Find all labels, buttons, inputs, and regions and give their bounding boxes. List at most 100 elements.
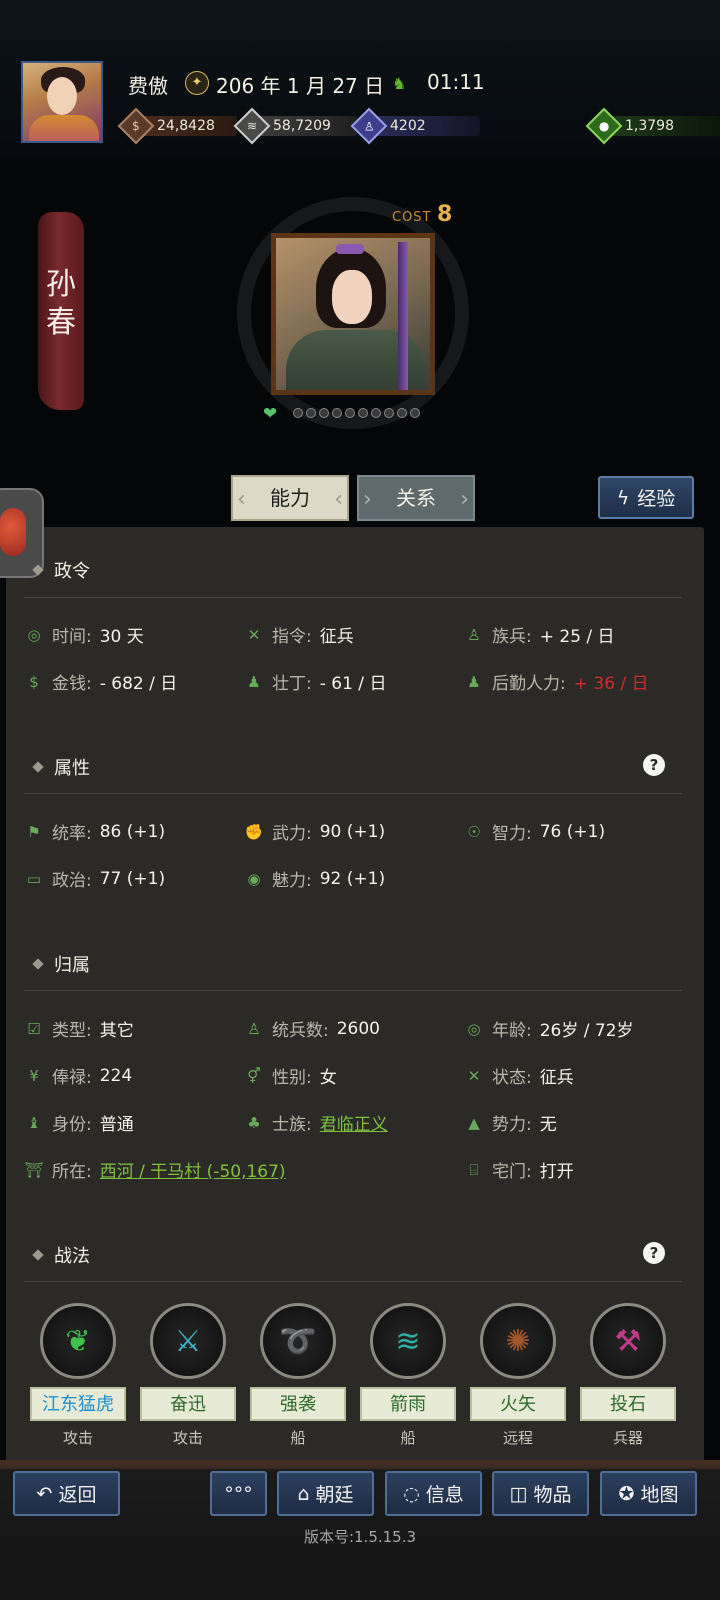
map-button[interactable]: ✪ 地图 [600,1471,697,1516]
chat-bubble-icon: ◌ [403,1482,420,1505]
fire-arrow-icon[interactable]: ✺ [480,1303,556,1379]
items-button[interactable]: ◫ 物品 [492,1471,589,1516]
player-avatar[interactable] [21,61,103,143]
experience-button[interactable]: ϟ 经验 [598,476,694,519]
attr-charisma: ◉ 魅力: 92 (+1) [244,866,385,892]
grain-resource[interactable]: ≋ 58,7209 [233,107,357,145]
catapult-icon[interactable]: ⚒ [590,1303,666,1379]
tactics-help-icon[interactable]: ? [643,1242,665,1264]
gentry-link[interactable]: 君临正义 [320,1110,388,1135]
brain-icon: ☉ [467,822,481,841]
aff-troops: ♙ 统兵数: 2600 [244,1016,380,1042]
chevron-right-icon: › [363,487,372,512]
section-orders-title: 政令 [32,557,90,583]
strongman-icon: ♟ [467,672,481,691]
loyalty-dot [332,408,342,418]
gate-icon: ⌸ [469,1160,479,1179]
tactic-skill[interactable]: ➰ 强袭船 [250,1303,346,1448]
attr-intelligence: ☉ 智力: 76 (+1) [464,819,605,845]
game-date: 206 年 1 月 27 日 [216,74,385,98]
tactic-name[interactable]: 强袭 [250,1387,346,1421]
compass-icon: ✪ [618,1482,635,1505]
section-tactics-title: 战法 [32,1242,90,1268]
aff-gender: ⚥ 性别: 女 [244,1063,337,1089]
raid-icon[interactable]: ➰ [260,1303,336,1379]
loyalty-dot [306,408,316,418]
loyalty-dots [293,408,423,418]
divider [24,597,682,598]
tactic-skill[interactable]: ⚔ 奋迅攻击 [140,1303,236,1448]
gender-icon: ⚥ [247,1066,261,1085]
loyalty-dot [293,408,303,418]
version-label: 版本号:1.5.15.3 [303,1528,417,1546]
general-portrait[interactable] [271,233,435,395]
gold-value: 24,8428 [157,118,215,134]
player-name: 费傲 [128,74,168,98]
palace-icon: ⌂ [297,1482,310,1505]
soldier-icon: ♙ [247,1019,261,1038]
banner-icon: ▲ [468,1113,480,1132]
order-command: ✕ 指令: 征兵 [244,622,354,648]
manpower-resource[interactable]: ♙ 4202 [350,107,480,145]
more-dots-icon: °°° [224,1482,253,1505]
gourd-icon [0,508,26,556]
chevron-left-icon: ‹ [237,487,246,512]
location-link[interactable]: 西河 / 干马村 (-50,167) [100,1157,286,1182]
order-money: $ 金钱: - 682 / 日 [24,669,177,695]
back-arrow-icon: ↶ [36,1482,53,1505]
attr-war: ✊ 武力: 90 (+1) [244,821,386,845]
lightning-icon: ϟ [616,486,630,509]
court-button[interactable]: ⌂ 朝廷 [277,1471,374,1516]
item-resource[interactable]: ● 1,3798 [585,107,720,145]
gold-resource[interactable]: $ 24,8428 [117,107,237,145]
tactic-skill[interactable]: ✺ 火矢 远程 [470,1303,566,1448]
tactic-skill[interactable]: ⚒ 投石 兵器 [580,1303,676,1448]
pawn-icon: ♝ [27,1113,41,1132]
back-button[interactable]: ↶ 返回 [13,1471,120,1516]
general-name: 孙 春 [46,267,76,340]
tactic-name[interactable]: 投石 [580,1387,676,1421]
loyalty-dot [319,408,329,418]
aff-faction: ▲ 势力: 无 [464,1110,557,1136]
tactic-type: 船 [400,1429,416,1447]
tactic-name[interactable]: 箭雨 [360,1387,456,1421]
chevron-right-icon: › [460,487,469,512]
aff-identity: ♝ 身份: 普通 [24,1110,133,1136]
crossed-swords-icon[interactable]: ⚔ [150,1303,226,1379]
cost-label: COST [392,210,432,225]
tactic-name[interactable]: 江东猛虎 [30,1387,126,1421]
loyalty-dot [410,408,420,418]
attributes-help-icon[interactable]: ? [643,754,665,776]
order-logistics: ♟ 后勤人力: + 36 / 日 [464,669,648,695]
aff-location: ⛩ 所在: 西河 / 干马村 (-50,167) [24,1157,286,1183]
coin-icon: $ [117,107,155,145]
tab-relation[interactable]: › 关系 › [357,475,475,521]
tactic-skill[interactable]: ≋ 箭雨船 [360,1303,456,1448]
info-button[interactable]: ◌ 信息 [385,1471,482,1516]
clock-icon: ◎ [467,1019,481,1038]
chest-icon: ◫ [509,1482,528,1505]
arrow-rain-icon[interactable]: ≋ [370,1303,446,1379]
more-button[interactable]: °°° [210,1471,267,1516]
tactic-type: 船 [290,1429,306,1447]
aff-type: ☑ 类型: 其它 [24,1016,133,1042]
loyalty-dot [384,408,394,418]
aff-house: ⌸ 宅门: 打开 [464,1157,573,1183]
heart-icon: ❤ [263,404,278,424]
tactic-name[interactable]: 火矢 [470,1387,566,1421]
tactic-skill[interactable]: ❦ 江东猛虎攻击 [30,1303,126,1448]
divider [24,1281,682,1282]
tactic-name[interactable]: 奋迅 [140,1387,236,1421]
divider [24,793,682,794]
calendar-icon: ✦ [185,71,209,95]
tab-ability[interactable]: ‹ 能力 ‹ [231,475,349,521]
green-flame-icon[interactable]: ❦ [40,1303,116,1379]
attr-leadership: ⚑ 统率: 86 (+1) [24,819,165,845]
scroll-icon: ▭ [26,869,42,888]
tactic-type: 攻击 [62,1429,93,1447]
clock-icon: ◎ [27,625,41,644]
tactic-type: 攻击 [172,1429,203,1447]
section-affiliation-title: 归属 [32,951,90,977]
loyalty-dot [371,408,381,418]
aff-gentry: ♣ 士族: 君临正义 [244,1110,388,1136]
